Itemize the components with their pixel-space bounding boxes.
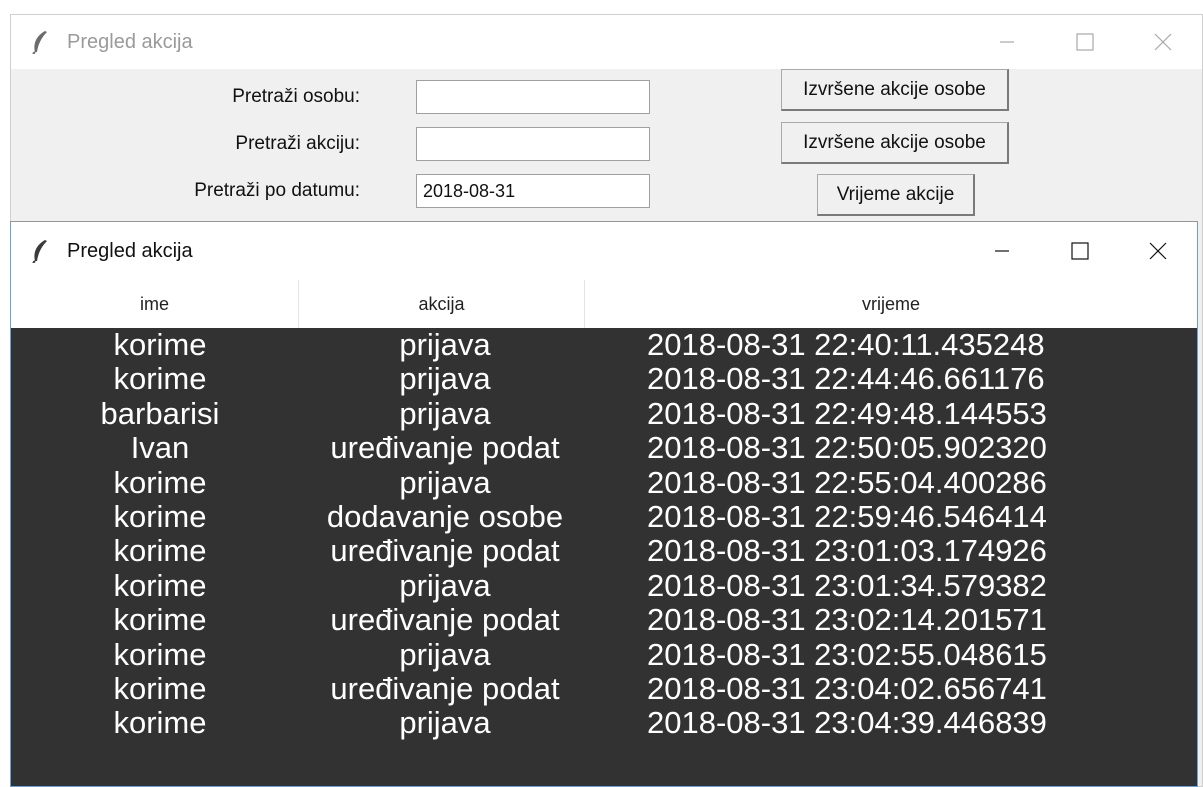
person-search-input[interactable] <box>416 80 650 114</box>
cell-vrijeme: 2018-08-31 23:01:34.579382 <box>647 568 1047 603</box>
table-row[interactable]: korime prijava 2018-08-31 23:02:55.048615 <box>11 638 1197 672</box>
search-window-titlebar[interactable]: Pregled akcija <box>11 15 1202 69</box>
table-row[interactable]: korime uređivanje podat 2018-08-31 23:01:0… <box>11 534 1197 568</box>
cell-vrijeme: 2018-08-31 23:04:39.446839 <box>647 706 1047 741</box>
cell-vrijeme: 2018-08-31 23:02:14.201571 <box>647 603 1047 638</box>
cell-vrijeme: 2018-08-31 22:59:46.546414 <box>647 499 1047 534</box>
table-row[interactable]: korime prijava 2018-08-31 23:04:39.446839 <box>11 706 1197 740</box>
minimize-button[interactable] <box>963 222 1041 280</box>
minimize-icon <box>1000 41 1014 43</box>
table-row[interactable]: korime prijava 2018-08-31 22:44:46.661176 <box>11 362 1197 396</box>
table-row[interactable]: korime prijava 2018-08-31 22:55:04.400286 <box>11 466 1197 500</box>
cell-akcija: uređivanje podat <box>330 671 560 706</box>
maximize-icon <box>1076 33 1094 51</box>
action-search-input[interactable] <box>416 127 650 161</box>
cell-akcija: uređivanje podat <box>330 534 560 569</box>
cell-vrijeme: 2018-08-31 22:55:04.400286 <box>647 465 1047 500</box>
action-search-row: Pretraži akciju: Izvršene akcije osobe <box>11 122 1202 165</box>
cell-akcija: dodavanje osobe <box>326 499 564 534</box>
window-title: Pregled akcija <box>67 239 193 262</box>
cell-ime: korime <box>113 568 207 603</box>
cell-vrijeme: 2018-08-31 22:40:11.435248 <box>647 328 1045 362</box>
cell-ime: korime <box>113 603 207 638</box>
feather-icon <box>31 31 53 54</box>
cell-ime: korime <box>113 637 207 672</box>
cell-ime: korime <box>113 465 207 500</box>
minimize-button[interactable] <box>968 15 1046 69</box>
cell-ime: barbarisi <box>100 396 220 431</box>
results-grid[interactable]: korime prijava 2018-08-31 22:40:11.435248 k… <box>11 328 1197 786</box>
cell-akcija: prijava <box>399 362 491 397</box>
action-time-button[interactable]: Vrijeme akcije <box>817 174 975 216</box>
grid-header: ime akcija vrijeme <box>11 280 1197 329</box>
action-search-label: Pretraži akciju: <box>235 133 360 154</box>
cell-akcija: prijava <box>399 396 491 431</box>
date-search-input[interactable] <box>416 174 650 208</box>
cell-ime: korime <box>113 362 207 397</box>
date-search-label: Pretraži po datumu: <box>194 180 360 201</box>
column-header-vrijeme[interactable]: vrijeme <box>585 280 1197 328</box>
maximize-button[interactable] <box>1046 15 1124 69</box>
cell-ime: Ivan <box>130 431 190 466</box>
close-button[interactable] <box>1124 15 1202 69</box>
cell-vrijeme: 2018-08-31 22:50:05.902320 <box>647 431 1047 466</box>
cell-ime: korime <box>113 671 207 706</box>
cell-vrijeme: 2018-08-31 22:44:46.661176 <box>647 362 1045 397</box>
person-actions-button[interactable]: Izvršene akcije osobe <box>781 69 1009 111</box>
table-row[interactable]: barbarisi prijava 2018-08-31 22:49:48.1445… <box>11 397 1197 431</box>
results-window: Pregled akcija ime akcija vrijeme korime… <box>10 221 1198 787</box>
table-row[interactable]: korime prijava 2018-08-31 23:01:34.579382 <box>11 569 1197 603</box>
table-row[interactable]: korime dodavanje osobe 2018-08-31 22:59:46… <box>11 500 1197 534</box>
cell-akcija: prijava <box>399 328 491 362</box>
close-icon <box>1149 242 1167 260</box>
cell-ime: korime <box>113 499 207 534</box>
feather-icon <box>31 240 53 263</box>
column-header-akcija[interactable]: akcija <box>299 280 585 328</box>
maximize-icon <box>1071 242 1089 260</box>
date-search-row: Pretraži po datumu: Vrijeme akcije <box>11 172 1202 216</box>
cell-vrijeme: 2018-08-31 23:02:55.048615 <box>647 637 1047 672</box>
results-window-titlebar[interactable]: Pregled akcija <box>11 222 1197 280</box>
cell-ime: korime <box>113 328 207 362</box>
cell-akcija: prijava <box>399 568 491 603</box>
cell-ime: korime <box>113 534 207 569</box>
cell-akcija: uređivanje podat <box>330 603 560 638</box>
cell-akcija: prijava <box>399 465 491 500</box>
table-row[interactable]: korime uređivanje podat 2018-08-31 23:02:1… <box>11 603 1197 637</box>
table-row[interactable]: korime prijava 2018-08-31 22:40:11.435248 <box>11 328 1197 362</box>
cell-vrijeme: 2018-08-31 23:01:03.174926 <box>647 534 1047 569</box>
close-button[interactable] <box>1119 222 1197 280</box>
window-title: Pregled akcija <box>67 30 193 53</box>
cell-akcija: uređivanje podat <box>330 431 560 466</box>
cell-ime: korime <box>113 706 207 741</box>
column-header-ime[interactable]: ime <box>11 280 299 328</box>
person-search-row: Pretraži osobu: Izvršene akcije osobe <box>11 69 1202 118</box>
table-row[interactable]: Ivan uređivanje podat 2018-08-31 22:50:05.… <box>11 431 1197 465</box>
table-row[interactable]: korime uređivanje podat 2018-08-31 23:04:0… <box>11 672 1197 706</box>
minimize-icon <box>995 250 1009 252</box>
cell-akcija: prijava <box>399 706 491 741</box>
action-persons-button[interactable]: Izvršene akcije osobe <box>781 122 1009 164</box>
close-icon <box>1154 33 1172 51</box>
cell-akcija: prijava <box>399 637 491 672</box>
cell-vrijeme: 2018-08-31 23:04:02.656741 <box>647 671 1047 706</box>
maximize-button[interactable] <box>1041 222 1119 280</box>
cell-vrijeme: 2018-08-31 22:49:48.144553 <box>647 396 1047 431</box>
person-search-label: Pretraži osobu: <box>232 86 360 107</box>
